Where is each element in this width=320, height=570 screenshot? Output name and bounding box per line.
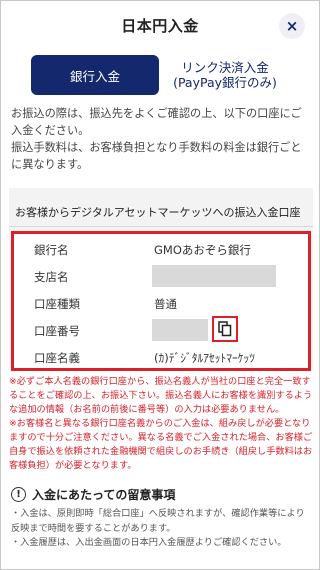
- tab-link-payment[interactable]: リンク決済入金 (PayPay銀行のみ): [159, 55, 291, 95]
- warning-notes: ※必ずご本人名義の銀行口座から、振込名義人が当社の口座と完全一致することをご確認…: [9, 375, 313, 473]
- row-account-type: 口座種類 普通: [14, 291, 308, 316]
- caution-item: ・入金は、原則即時「総合口座」へ反映されますが、確認作業等により反映まで時間を要…: [11, 508, 305, 534]
- row-bank-name: 銀行名 GMOあおぞら銀行: [14, 237, 308, 262]
- tab-bank-deposit[interactable]: 銀行入金: [31, 55, 159, 95]
- account-holder-value: (ｶ)ﾃﾞｼﾞﾀﾙｱｾｯﾄﾏｰｹｯﾂ: [154, 351, 255, 365]
- row-label: 支店名: [34, 270, 69, 284]
- modal-title: 日本円入金: [121, 16, 199, 35]
- row-label: 銀行名: [34, 243, 69, 257]
- deposit-modal: 日本円入金 × 銀行入金 リンク決済入金 (PayPay銀行のみ) お振込の際は…: [0, 0, 320, 570]
- copy-icon: [218, 321, 232, 337]
- deposit-method-tabs: 銀行入金 リンク決済入金 (PayPay銀行のみ): [31, 55, 291, 95]
- account-type-value: 普通: [154, 297, 177, 311]
- row-label: 口座名義: [34, 351, 80, 365]
- caution-list: ・入金は、原則即時「総合口座」へ反映されますが、確認作業等により反映まで時間を要…: [11, 507, 311, 551]
- tab-link-payment-sublabel: (PayPay銀行のみ): [173, 75, 277, 90]
- row-account-number: 口座番号: [14, 316, 308, 343]
- row-label: 口座番号: [34, 324, 80, 338]
- close-button[interactable]: ×: [279, 13, 305, 39]
- masked-branch-name: [152, 265, 276, 287]
- intro-text: お振込の際は、振込先をよくご確認の上、以下の口座にご入金ください。 振込手数料は…: [11, 105, 311, 173]
- caution-heading: ! 入金にあたっての留意事項: [11, 486, 175, 503]
- divider: [9, 226, 313, 227]
- modal-header: 日本円入金 ×: [1, 1, 319, 49]
- caution-heading-text: 入金にあたっての留意事項: [32, 488, 176, 502]
- transfer-account-heading: お客様からデジタルアセットマーケッツへの振込入金口座: [15, 206, 301, 219]
- close-icon: ×: [285, 17, 299, 35]
- warning-note: ※必ずご本人名義の銀行口座から、振込名義人が当社の口座と完全一致することをご確認…: [9, 376, 313, 415]
- info-icon: !: [11, 487, 26, 502]
- caution-item: ・入金履歴は、入出金画面の日本円入金履歴よりご確認ください。: [11, 537, 287, 548]
- copy-account-number-button[interactable]: [212, 316, 238, 342]
- warning-note: ※お客様名と異なる銀行口座名義からのご入金は、組み戻しが必要となりますので十分ご…: [9, 418, 313, 471]
- tab-link-payment-label: リンク決済入金: [181, 60, 269, 75]
- row-branch-name: 支店名: [14, 264, 308, 289]
- transfer-account-section: お客様からデジタルアセットマーケッツへの振込入金口座 銀行名 GMOあおぞら銀行…: [9, 188, 313, 371]
- bank-name-value: GMOあおぞら銀行: [154, 243, 251, 257]
- intro-paragraph: 振込手数料は、お客様負担となり手数料の料金は銀行ごとに異なります。: [11, 141, 302, 171]
- row-account-holder: 口座名義 (ｶ)ﾃﾞｼﾞﾀﾙｱｾｯﾄﾏｰｹｯﾂ: [14, 345, 308, 370]
- masked-account-number: [152, 319, 208, 341]
- intro-paragraph: お振込の際は、振込先をよくご確認の上、以下の口座にご入金ください。: [11, 107, 302, 137]
- account-details-table: 銀行名 GMOあおぞら銀行 支店名 口座種類 普通 口座番号 口座名義 (ｶ)ﾃ…: [11, 231, 311, 371]
- row-label: 口座種類: [34, 297, 80, 311]
